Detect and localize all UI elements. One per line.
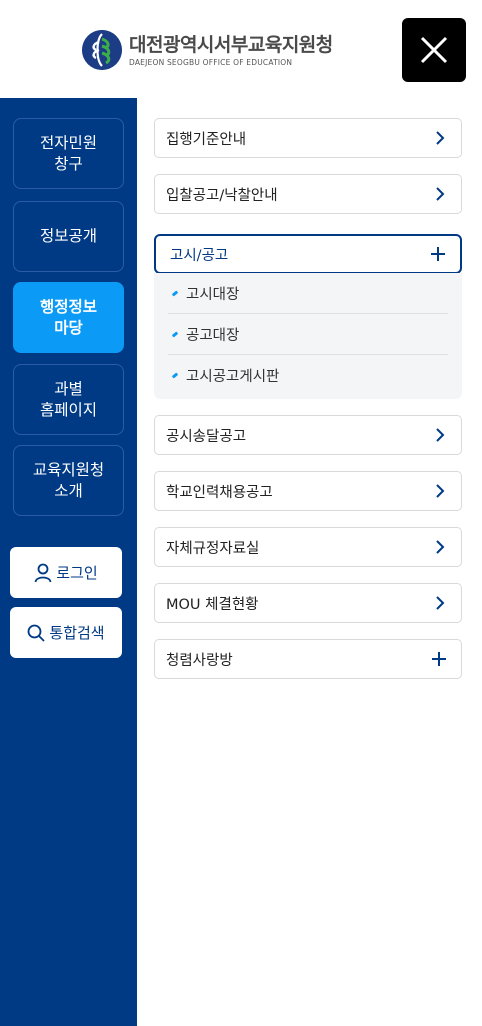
menu-item-bid-notice[interactable]: 입찰공고/낙찰안내 [154, 174, 462, 214]
menu-item-label: 공시송달공고 [166, 428, 247, 445]
menu-item-label: 자체규정자료실 [166, 540, 260, 557]
sidebar-item-admin-info[interactable]: 행정정보 마당 [13, 282, 124, 353]
submenu-item-label: 공고대장 [186, 327, 240, 344]
login-button[interactable]: 로그인 [10, 547, 122, 598]
chevron-right-icon [436, 131, 445, 145]
menu-item-mou-status[interactable]: MOU 체결현황 [154, 583, 462, 623]
search-icon [27, 624, 46, 642]
integrated-search-button[interactable]: 통합검색 [10, 607, 122, 658]
plus-icon [432, 652, 446, 666]
submenu-item-announcement-register[interactable]: 공고대장 [168, 314, 448, 355]
chevron-right-icon [436, 596, 445, 610]
menu-item-school-staff-recruitment[interactable]: 학교인력채용공고 [154, 471, 462, 511]
header: 대전광역시서부교육지원청 DAEJEON SEOGBU OFFICE OF ED… [0, 0, 482, 98]
menu-item-label: MOU 체결현황 [166, 596, 259, 613]
user-icon [34, 563, 52, 582]
sidebar-item-department-homepage[interactable]: 과별 홈페이지 [13, 364, 124, 435]
close-icon [420, 36, 448, 64]
menu-item-label: 학교인력채용공고 [166, 484, 273, 501]
emblem-icon [82, 30, 122, 70]
logo-subtitle: DAEJEON SEOGBU OFFICE OF EDUCATION [129, 57, 293, 67]
bullet-icon [171, 372, 179, 379]
menu-item-label: 청렴사랑방 [166, 652, 233, 669]
bullet-icon [171, 289, 179, 297]
sidebar-item-info-disclosure[interactable]: 정보공개 [13, 201, 124, 272]
menu-item-execution-standards[interactable]: 집행기준안내 [154, 118, 462, 158]
chevron-right-icon [436, 187, 445, 201]
login-label: 로그인 [56, 564, 98, 582]
menu-item-internal-regulations[interactable]: 자체규정자료실 [154, 527, 462, 567]
sidebar-item-office-intro[interactable]: 교육지원청 소개 [13, 445, 124, 516]
plus-icon [431, 247, 445, 261]
menu-item-public-service-notice[interactable]: 공시송달공고 [154, 415, 462, 455]
submenu-item-label: 고시공고게시판 [186, 369, 280, 385]
sidebar: 전자민원 창구 정보공개 행정정보 마당 과별 홈페이지 교육지원청 소개 로그… [0, 98, 137, 1026]
sidebar-item-civil-service[interactable]: 전자민원 창구 [13, 118, 124, 189]
chevron-right-icon [436, 484, 445, 498]
menu-item-label: 고시/공고 [170, 247, 229, 264]
chevron-right-icon [436, 540, 445, 554]
close-menu-button[interactable] [402, 18, 466, 82]
submenu-panel: 고시대장 공고대장 고시공고게시판 [154, 273, 462, 399]
submenu-item-notice-board[interactable]: 고시공고게시판 [168, 355, 448, 396]
submenu-item-label: 고시대장 [186, 286, 240, 303]
submenu-item-notice-register[interactable]: 고시대장 [168, 273, 448, 314]
bullet-icon [171, 330, 179, 338]
site-logo[interactable]: 대전광역시서부교육지원청 DAEJEON SEOGBU OFFICE OF ED… [82, 30, 333, 70]
menu-item-notice-announcement[interactable]: 고시/공고 [154, 234, 462, 274]
menu-item-integrity-room[interactable]: 청렴사랑방 [154, 639, 462, 679]
logo-title: 대전광역시서부교육지원청 [129, 33, 333, 56]
menu-item-label: 집행기준안내 [166, 131, 247, 148]
menu-item-label: 입찰공고/낙찰안내 [166, 187, 278, 204]
chevron-right-icon [436, 428, 445, 442]
search-label: 통합검색 [49, 624, 105, 642]
